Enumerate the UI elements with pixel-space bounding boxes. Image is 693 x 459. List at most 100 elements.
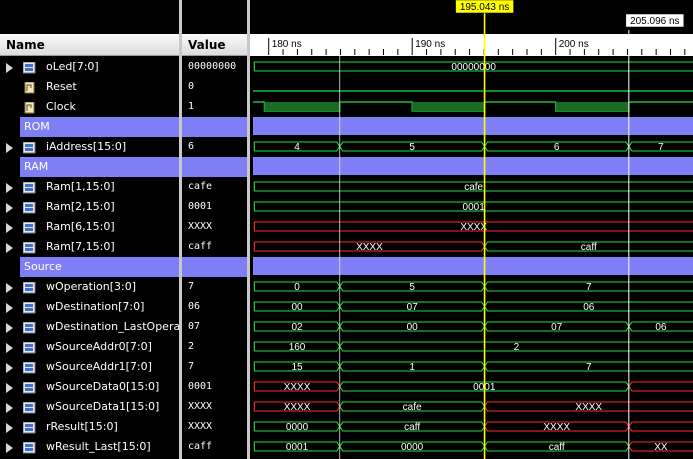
value-cell: 1 xyxy=(182,97,247,117)
expand-arrow-icon[interactable] xyxy=(6,183,13,193)
signal-value: 0001 xyxy=(188,381,213,392)
group-row[interactable]: Source xyxy=(20,257,179,277)
signal-row[interactable]: rResult[15:0] xyxy=(0,417,179,437)
signal-name: wSourceData0[15:0] xyxy=(46,380,160,393)
value-cell: 6 xyxy=(182,137,247,157)
bus-value-label: caff xyxy=(404,422,420,433)
expand-arrow-icon[interactable] xyxy=(6,223,13,233)
signal-row[interactable]: Reset xyxy=(0,77,179,97)
expand-arrow-icon[interactable] xyxy=(6,363,13,373)
bus-value-label: XXXX xyxy=(575,402,602,413)
signal-row[interactable]: Clock xyxy=(0,97,179,117)
signal-row[interactable]: wSourceAddr0[7:0] xyxy=(0,337,179,357)
expand-arrow-icon[interactable] xyxy=(6,403,13,413)
clock-high-fill xyxy=(264,102,340,111)
value-cell: caff xyxy=(182,237,247,257)
value-cell: 7 xyxy=(182,357,247,377)
value-cell: 06 xyxy=(182,297,247,317)
name-column-header[interactable]: Name xyxy=(0,34,179,56)
value-cell: 00000000 xyxy=(182,57,247,77)
signal-value: caff xyxy=(188,441,213,452)
waveform-panel[interactable]: 180 ns 190 ns 200 ns 00000000 4 5 6 7 cafe 0001 XX… xyxy=(250,0,693,459)
bus-value-label: 7 xyxy=(586,282,592,293)
expand-arrow-icon[interactable] xyxy=(6,323,13,333)
bus-value-label: 0000 xyxy=(401,442,424,453)
bus-icon xyxy=(22,281,36,294)
bus-icon xyxy=(22,181,36,194)
signal-name: wResult_Last[15:0] xyxy=(46,440,151,453)
expand-arrow-icon[interactable] xyxy=(6,143,13,153)
bus-icon xyxy=(22,401,36,414)
expand-arrow-icon[interactable] xyxy=(6,443,13,453)
signal-row[interactable]: Ram[2,15:0] xyxy=(0,197,179,217)
signal-row[interactable]: iAddress[15:0] xyxy=(0,137,179,157)
signal-row[interactable]: wDestination_LastOperat xyxy=(0,317,179,337)
signal-row[interactable]: Ram[1,15:0] xyxy=(0,177,179,197)
bit-icon xyxy=(23,101,36,114)
bus-value-label: 5 xyxy=(409,282,415,293)
signal-value: 0001 xyxy=(188,201,213,212)
bus-value-label: 7 xyxy=(658,142,664,153)
signal-value: 07 xyxy=(188,321,201,332)
expand-arrow-icon[interactable] xyxy=(6,303,13,313)
bus-value-label: 0000 xyxy=(286,422,309,433)
signal-name: wSourceData1[15:0] xyxy=(46,400,160,413)
signal-row[interactable]: wResult_Last[15:0] xyxy=(0,437,179,457)
bus-value-label: 2 xyxy=(514,342,520,353)
signal-row[interactable]: wSourceData0[15:0] xyxy=(0,377,179,397)
bus-segment xyxy=(628,381,693,392)
value-cell: XXXX xyxy=(182,217,247,237)
signal-value: 6 xyxy=(188,141,195,152)
signal-name: wSourceAddr1[7:0] xyxy=(46,360,152,373)
expand-arrow-icon[interactable] xyxy=(6,343,13,353)
expand-arrow-icon[interactable] xyxy=(6,423,13,433)
expand-arrow-icon[interactable] xyxy=(6,203,13,213)
signal-name: rResult[15:0] xyxy=(46,420,118,433)
bus-value-label: 0001 xyxy=(463,202,486,213)
value-cell xyxy=(182,257,247,277)
bus-value-label: caff xyxy=(549,442,565,453)
group-row[interactable]: ROM xyxy=(20,117,179,137)
value-cell: caff xyxy=(182,437,247,457)
expand-arrow-icon[interactable] xyxy=(6,383,13,393)
bus-segment xyxy=(628,421,693,432)
bus-icon xyxy=(22,201,36,214)
bus-value-label: 06 xyxy=(655,322,667,333)
group-row[interactable]: RAM xyxy=(20,157,179,177)
signal-name: wDestination_LastOperat xyxy=(46,320,179,333)
signal-row[interactable]: wSourceAddr1[7:0] xyxy=(0,357,179,377)
expand-arrow-icon[interactable] xyxy=(6,63,13,73)
signal-row[interactable]: Ram[7,15:0] xyxy=(0,237,179,257)
signal-row[interactable]: wSourceData1[15:0] xyxy=(0,397,179,417)
bus-value-label: XXXX xyxy=(284,382,311,393)
expand-arrow-icon[interactable] xyxy=(6,283,13,293)
bus-value-label: 6 xyxy=(554,142,560,153)
bus-icon xyxy=(22,341,36,354)
signal-row[interactable]: wOperation[3:0] xyxy=(0,277,179,297)
clock-high-fill xyxy=(555,102,629,111)
bus-icon xyxy=(22,221,36,234)
bus-value-label: 02 xyxy=(291,322,303,333)
signal-row[interactable]: Ram[6,15:0] xyxy=(0,217,179,237)
bus-value-label: 06 xyxy=(583,302,595,313)
expand-arrow-icon[interactable] xyxy=(6,243,13,253)
waveform-canvas[interactable]: 180 ns 190 ns 200 ns000000004 5 6 7cafe0001XX… xyxy=(250,0,693,459)
bus-value-label: 07 xyxy=(551,322,563,333)
signal-value: 1 xyxy=(188,101,195,112)
group-label: Source xyxy=(24,260,62,273)
signal-row[interactable]: oLed[7:0] xyxy=(0,57,179,77)
signal-name: oLed[7:0] xyxy=(46,60,99,73)
group-label: ROM xyxy=(24,120,50,133)
value-column-header[interactable]: Value xyxy=(182,34,247,56)
signal-row[interactable]: wDestination[7:0] xyxy=(0,297,179,317)
bus-value-label: 00 xyxy=(291,302,303,313)
timeline-ruler xyxy=(250,34,693,56)
bus-icon xyxy=(22,321,36,334)
bus-value-label: 07 xyxy=(407,302,419,313)
signal-name: Reset xyxy=(46,80,77,93)
signal-value: 7 xyxy=(188,361,195,372)
value-cell: 0 xyxy=(182,77,247,97)
value-cell: 0001 xyxy=(182,197,247,217)
group-band xyxy=(253,157,693,175)
bus-value-label: caff xyxy=(581,242,597,253)
